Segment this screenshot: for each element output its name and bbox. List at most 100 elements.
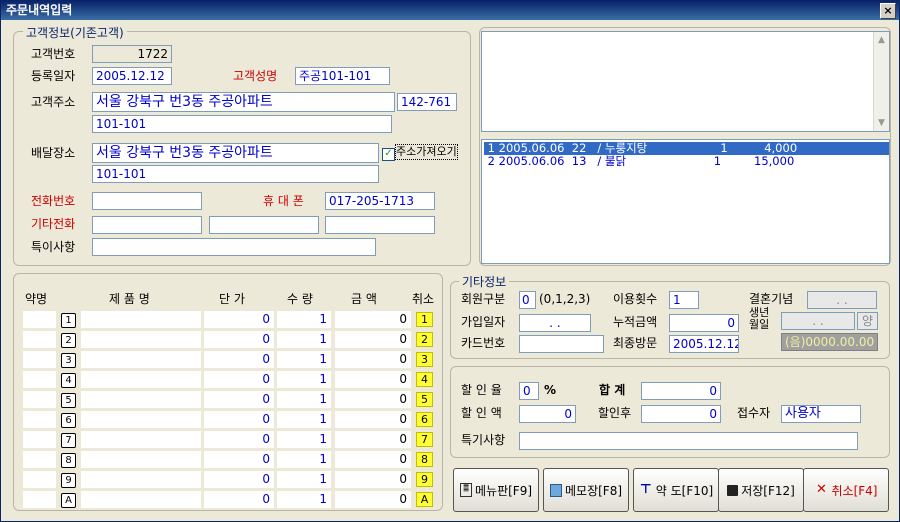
row-amount-cell[interactable]: 0 bbox=[335, 331, 411, 348]
join-date-field[interactable]: . . bbox=[519, 314, 591, 332]
row-product-name-cell[interactable] bbox=[81, 391, 201, 408]
row-quantity-cell[interactable]: 1 bbox=[277, 311, 331, 328]
row-shortcut-key[interactable]: 3 bbox=[61, 353, 76, 368]
reg-date-field[interactable]: 2005.12.12 bbox=[92, 67, 172, 85]
row-product-name-cell[interactable] bbox=[81, 331, 201, 348]
row-product-name-cell[interactable] bbox=[81, 431, 201, 448]
row-shortcut-key[interactable]: 6 bbox=[61, 413, 76, 428]
row-unit-price-cell[interactable]: 0 bbox=[204, 311, 274, 328]
memo-button[interactable]: 메모장[F8] bbox=[543, 468, 629, 512]
menu-button[interactable]: ≡ ≡ 메뉴판[F9] bbox=[453, 468, 539, 512]
row-amount-cell[interactable]: 0 bbox=[335, 471, 411, 488]
customer-id-field[interactable]: 1722 bbox=[92, 45, 172, 63]
mobile-field[interactable]: 017-205-1713 bbox=[325, 192, 435, 210]
note-field[interactable] bbox=[92, 238, 376, 256]
last-visit-field[interactable]: 2005.12.12 bbox=[669, 335, 739, 353]
row-shortcut-key[interactable]: 4 bbox=[61, 373, 76, 388]
customer-address-line2[interactable]: 101-101 bbox=[92, 115, 392, 133]
lunar-date-field[interactable]: (음)0000.00.00 bbox=[781, 333, 878, 351]
other-phone-field-1[interactable] bbox=[92, 216, 202, 234]
row-shortcut-key[interactable]: 9 bbox=[61, 473, 76, 488]
delivery-address-line1[interactable]: 서울 강북구 번3동 주공아파트 bbox=[92, 143, 379, 163]
row-cancel-button[interactable]: 2 bbox=[416, 332, 433, 347]
row-amount-cell[interactable]: 0 bbox=[335, 411, 411, 428]
row-cancel-button[interactable]: 9 bbox=[416, 472, 433, 487]
row-quantity-cell[interactable]: 1 bbox=[277, 471, 331, 488]
row-amount-cell[interactable]: 0 bbox=[335, 491, 411, 508]
row-quantity-cell[interactable]: 1 bbox=[277, 431, 331, 448]
row-amount-cell[interactable]: 0 bbox=[335, 311, 411, 328]
memo-scrollbar[interactable]: ▲ ▼ bbox=[873, 32, 889, 131]
row-product-name-cell[interactable] bbox=[81, 411, 201, 428]
customer-address-line1[interactable]: 서울 강북구 번3동 주공아파트 bbox=[92, 92, 395, 112]
row-product-name-cell[interactable] bbox=[81, 351, 201, 368]
delivery-address-line2[interactable]: 101-101 bbox=[92, 165, 379, 183]
row-cancel-button[interactable]: 5 bbox=[416, 392, 433, 407]
member-type-field[interactable]: 0 bbox=[519, 291, 536, 309]
row-abbr-cell[interactable] bbox=[23, 351, 56, 368]
row-unit-price-cell[interactable]: 0 bbox=[204, 491, 274, 508]
discount-rate-field[interactable]: 0 bbox=[519, 382, 539, 400]
memo-area[interactable]: ▲ ▼ bbox=[481, 31, 890, 132]
row-abbr-cell[interactable] bbox=[23, 411, 56, 428]
row-abbr-cell[interactable] bbox=[23, 311, 56, 328]
usage-count-field[interactable]: 1 bbox=[669, 291, 699, 309]
row-product-name-cell[interactable] bbox=[81, 491, 201, 508]
other-phone-field-3[interactable] bbox=[325, 216, 435, 234]
row-quantity-cell[interactable]: 1 bbox=[277, 371, 331, 388]
row-amount-cell[interactable]: 0 bbox=[335, 351, 411, 368]
row-cancel-button[interactable]: 1 bbox=[416, 312, 433, 327]
customer-name-field[interactable]: 주공101-101 bbox=[295, 67, 390, 85]
card-number-field[interactable] bbox=[519, 335, 604, 353]
row-abbr-cell[interactable] bbox=[23, 491, 56, 508]
row-cancel-button[interactable]: A bbox=[416, 492, 433, 507]
total-field[interactable]: 0 bbox=[641, 382, 721, 400]
special-note-field[interactable] bbox=[519, 432, 858, 450]
row-abbr-cell[interactable] bbox=[23, 471, 56, 488]
order-history-list[interactable]: 1 2005.06.06 22 / 누룽지탕 1 4,000 2 2005.06… bbox=[481, 139, 890, 264]
close-button[interactable]: × bbox=[880, 3, 896, 19]
row-amount-cell[interactable]: 0 bbox=[335, 451, 411, 468]
phone-field[interactable] bbox=[92, 192, 202, 210]
row-amount-cell[interactable]: 0 bbox=[335, 391, 411, 408]
row-quantity-cell[interactable]: 1 bbox=[277, 331, 331, 348]
row-amount-cell[interactable]: 0 bbox=[335, 431, 411, 448]
row-unit-price-cell[interactable]: 0 bbox=[204, 471, 274, 488]
map-button[interactable]: ⊤ 약 도[F10] bbox=[633, 468, 719, 512]
row-cancel-button[interactable]: 6 bbox=[416, 412, 433, 427]
row-quantity-cell[interactable]: 1 bbox=[277, 491, 331, 508]
scroll-up-icon[interactable]: ▲ bbox=[874, 32, 889, 48]
row-product-name-cell[interactable] bbox=[81, 451, 201, 468]
row-product-name-cell[interactable] bbox=[81, 371, 201, 388]
discount-amount-field[interactable]: 0 bbox=[519, 405, 576, 423]
row-product-name-cell[interactable] bbox=[81, 311, 201, 328]
row-abbr-cell[interactable] bbox=[23, 451, 56, 468]
history-row[interactable]: 2 2005.06.06 13 / 불닭 1 15,000 bbox=[484, 155, 889, 168]
row-shortcut-key[interactable]: 8 bbox=[61, 453, 76, 468]
row-abbr-cell[interactable] bbox=[23, 371, 56, 388]
row-shortcut-key[interactable]: 2 bbox=[61, 333, 76, 348]
row-quantity-cell[interactable]: 1 bbox=[277, 451, 331, 468]
row-quantity-cell[interactable]: 1 bbox=[277, 351, 331, 368]
other-phone-field-2[interactable] bbox=[209, 216, 319, 234]
row-abbr-cell[interactable] bbox=[23, 331, 56, 348]
row-shortcut-key[interactable]: A bbox=[61, 493, 76, 508]
row-cancel-button[interactable]: 8 bbox=[416, 452, 433, 467]
row-unit-price-cell[interactable]: 0 bbox=[204, 351, 274, 368]
copy-address-checkbox[interactable]: ✓ bbox=[382, 148, 395, 161]
row-shortcut-key[interactable]: 1 bbox=[61, 313, 76, 328]
copy-address-label[interactable]: 주소가져오기 bbox=[395, 144, 458, 160]
row-amount-cell[interactable]: 0 bbox=[335, 371, 411, 388]
row-cancel-button[interactable]: 4 bbox=[416, 372, 433, 387]
save-button[interactable]: 저장[F12] bbox=[718, 468, 804, 512]
lunar-solar-field[interactable]: 양 bbox=[857, 312, 878, 330]
row-unit-price-cell[interactable]: 0 bbox=[204, 331, 274, 348]
row-unit-price-cell[interactable]: 0 bbox=[204, 411, 274, 428]
row-cancel-button[interactable]: 3 bbox=[416, 352, 433, 367]
row-abbr-cell[interactable] bbox=[23, 431, 56, 448]
anniversary-field[interactable]: . . bbox=[807, 291, 877, 309]
row-unit-price-cell[interactable]: 0 bbox=[204, 451, 274, 468]
after-discount-field[interactable]: 0 bbox=[641, 405, 721, 423]
scroll-down-icon[interactable]: ▼ bbox=[874, 115, 889, 131]
total-amount-field[interactable]: 0 bbox=[669, 314, 739, 332]
